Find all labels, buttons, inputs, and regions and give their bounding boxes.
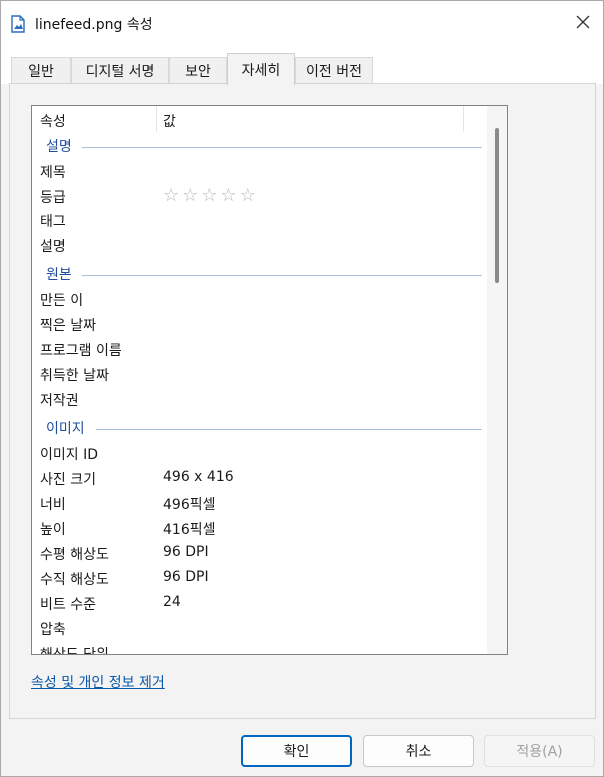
row-horizontal-resolution[interactable]: 수평 해상도 96 DPI [32,542,482,566]
tab-general[interactable]: 일반 [11,57,71,84]
row-rating[interactable]: 등급 ☆ ☆ ☆ ☆ ☆ [32,185,482,209]
tab-security[interactable]: 보안 [169,57,227,84]
row-dimensions[interactable]: 사진 크기 496 x 416 [32,467,482,491]
image-file-icon [11,15,25,33]
row-authors[interactable]: 만든 이 [32,288,482,312]
row-copyright[interactable]: 저작권 [32,388,482,412]
group-description[interactable]: 설명 [32,136,482,158]
star-icon[interactable]: ☆ [240,185,256,207]
property-name: 높이 [40,522,66,538]
scrollbar-thumb[interactable] [495,128,499,283]
property-value: 96 DPI [163,569,209,585]
tab-previous-versions[interactable]: 이전 버전 [295,57,373,84]
row-height[interactable]: 높이 416픽셀 [32,517,482,541]
row-date-taken[interactable]: 찍은 날짜 [32,313,482,337]
property-name: 너비 [40,497,66,513]
star-icon[interactable]: ☆ [182,185,198,207]
row-title[interactable]: 제목 [32,160,482,184]
column-divider[interactable] [463,106,464,132]
group-divider [82,147,482,148]
property-value: 96 DPI [163,544,209,560]
column-property[interactable]: 속성 [40,111,66,131]
row-image-id[interactable]: 이미지 ID [32,442,482,466]
group-label: 설명 [46,139,72,155]
row-compression[interactable]: 압축 [32,617,482,641]
star-icon[interactable]: ☆ [163,185,179,207]
tab-bar: 일반 디지털 서명 보안 자세히 이전 버전 [1,47,603,85]
property-name: 취득한 날짜 [40,368,109,384]
property-name: 비트 수준 [40,597,96,613]
column-value[interactable]: 값 [163,111,176,131]
row-width[interactable]: 너비 496픽셀 [32,492,482,516]
ok-button[interactable]: 확인 [241,735,352,767]
group-origin[interactable]: 원본 [32,264,482,286]
column-header: 속성 값 [32,106,507,132]
property-value: 496픽셀 [163,497,216,513]
group-label: 원본 [46,267,72,283]
row-tags[interactable]: 태그 [32,209,482,233]
properties-dialog: linefeed.png 속성 일반 디지털 서명 보안 자세히 이전 버전 속… [0,0,604,777]
property-name: 설명 [40,239,66,255]
property-name: 저작권 [40,393,79,409]
row-comments[interactable]: 설명 [32,234,482,258]
property-name: 수평 해상도 [40,547,109,563]
property-name: 프로그램 이름 [40,343,122,359]
remove-properties-link[interactable]: 속성 및 개인 정보 제거 [31,672,165,692]
window-title: linefeed.png 속성 [35,17,153,33]
property-value: 24 [163,594,181,610]
property-name: 사진 크기 [40,472,96,488]
property-name: 이미지 ID [40,447,98,463]
property-name: 제목 [40,165,66,181]
row-date-acquired[interactable]: 취득한 날짜 [32,363,482,387]
details-list[interactable]: 속성 값 설명 제목 등급 ☆ ☆ ☆ ☆ ☆ 태그 설명 원본 만든 이 찍은… [31,105,508,655]
group-divider [82,275,482,276]
column-divider[interactable] [156,106,157,132]
close-button[interactable] [567,10,599,38]
vertical-scrollbar[interactable] [487,106,507,654]
property-name: 수직 해상도 [40,572,109,588]
tab-details[interactable]: 자세히 [227,53,295,85]
row-vertical-resolution[interactable]: 수직 해상도 96 DPI [32,567,482,591]
group-divider [96,429,482,430]
star-icon[interactable]: ☆ [201,185,217,207]
property-name: 찍은 날짜 [40,318,96,334]
tab-digital-signatures[interactable]: 디지털 서명 [71,57,169,84]
cancel-button[interactable]: 취소 [363,735,474,767]
property-name: 만든 이 [40,293,84,309]
close-icon [576,15,590,33]
apply-button[interactable]: 적용(A) [484,735,595,767]
property-name: 압축 [40,622,66,638]
group-label: 이미지 [46,421,85,437]
rating-stars[interactable]: ☆ ☆ ☆ ☆ ☆ [163,185,256,207]
property-name: 등급 [40,190,66,206]
group-image[interactable]: 이미지 [32,418,482,440]
row-resolution-unit[interactable]: 해상도 단위 [32,642,482,655]
row-program-name[interactable]: 프로그램 이름 [32,338,482,362]
property-name: 태그 [40,214,66,230]
property-value: 416픽셀 [163,522,216,538]
title-bar: linefeed.png 속성 [1,1,603,47]
property-value: 496 x 416 [163,469,234,485]
row-bit-depth[interactable]: 비트 수준 24 [32,592,482,616]
property-name: 해상도 단위 [40,647,109,655]
star-icon[interactable]: ☆ [220,185,236,207]
